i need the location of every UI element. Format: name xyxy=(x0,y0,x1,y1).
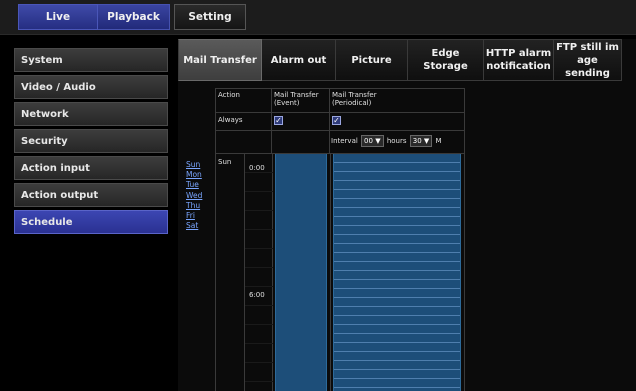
periodical-header: Mail Transfer (Periodical) xyxy=(330,88,465,113)
tab-mail-transfer[interactable]: Mail Transfer xyxy=(178,39,262,81)
interval-hours-select[interactable]: 00 ▼ xyxy=(361,135,384,147)
sidebar-item-video-audio[interactable]: Video / Audio xyxy=(14,75,168,99)
event-header: Mail Transfer (Event) xyxy=(272,88,330,113)
interval-row-blank xyxy=(215,131,272,154)
sidebar-item-network[interactable]: Network xyxy=(14,102,168,126)
content-tabs: Mail Transfer Alarm out Picture Edge Sto… xyxy=(178,39,622,81)
grid-divider-event xyxy=(330,154,331,391)
periodical-schedule-bar[interactable] xyxy=(333,154,461,391)
tab-live[interactable]: Live xyxy=(18,4,98,30)
tab-picture[interactable]: Picture xyxy=(336,39,408,81)
interval-row-event-blank xyxy=(272,131,330,154)
action-header: Action xyxy=(215,88,272,113)
chevron-down-icon: ▼ xyxy=(423,137,430,145)
day-link-sat[interactable]: Sat xyxy=(186,221,214,231)
always-event-cell: ✓ xyxy=(272,113,330,131)
day-link-mon[interactable]: Mon xyxy=(186,170,214,180)
tab-edge-storage[interactable]: Edge Storage xyxy=(408,39,484,81)
event-header-line1: Mail Transfer xyxy=(274,91,319,99)
time-label-0: 0:00 xyxy=(249,164,265,172)
event-header-line2: (Event) xyxy=(274,99,300,107)
event-schedule-bar[interactable] xyxy=(275,154,327,391)
periodical-header-line1: Mail Transfer xyxy=(332,91,377,99)
day-links: Sun Mon Tue Wed Thu Fri Sat xyxy=(186,160,214,231)
day-link-thu[interactable]: Thu xyxy=(186,201,214,211)
tab-http-alarm-line2: notification xyxy=(486,61,551,72)
sidebar-item-action-output[interactable]: Action output xyxy=(14,183,168,207)
day-link-fri[interactable]: Fri xyxy=(186,211,214,221)
tab-alarm-out[interactable]: Alarm out xyxy=(262,39,336,81)
top-nav: Live Playback Setting xyxy=(18,4,246,30)
interval-label: Interval xyxy=(331,137,358,145)
minutes-label: M xyxy=(435,137,442,145)
day-label: Sun xyxy=(218,158,232,166)
tab-playback[interactable]: Playback xyxy=(98,4,170,30)
schedule-grid: Action Mail Transfer (Event) Mail Transf… xyxy=(215,88,465,391)
tab-http-alarm-line1: HTTP alarm xyxy=(485,48,552,59)
interval-cell: Interval 00 ▼ hours 30 ▼ M xyxy=(330,131,465,154)
periodical-header-line2: (Periodical) xyxy=(332,99,372,107)
always-label: Always xyxy=(215,113,272,131)
always-periodical-checkbox[interactable]: ✓ xyxy=(332,116,341,125)
day-link-sun[interactable]: Sun xyxy=(186,160,214,170)
chevron-down-icon: ▼ xyxy=(375,137,381,145)
sidebar: System Video / Audio Network Security Ac… xyxy=(14,48,168,237)
interval-hours-value: 00 xyxy=(364,137,373,145)
tab-ftp-line1: FTP still im xyxy=(556,41,619,53)
always-event-checkbox[interactable]: ✓ xyxy=(274,116,283,125)
sidebar-item-schedule[interactable]: Schedule xyxy=(14,210,168,234)
always-periodical-cell: ✓ xyxy=(330,113,465,131)
time-column xyxy=(245,154,273,391)
tab-http-alarm-notification[interactable]: HTTP alarm notification xyxy=(484,39,554,81)
tab-ftp-line2: age sending xyxy=(565,54,610,79)
sidebar-item-action-input[interactable]: Action input xyxy=(14,156,168,180)
day-link-tue[interactable]: Tue xyxy=(186,180,214,190)
interval-minutes-value: 30 xyxy=(412,137,422,145)
interval-minutes-select[interactable]: 30 ▼ xyxy=(409,135,433,147)
tab-ftp-still-image-sending[interactable]: FTP still im age sending xyxy=(554,39,622,81)
day-link-wed[interactable]: Wed xyxy=(186,191,214,201)
time-label-6: 6:00 xyxy=(249,291,265,299)
hours-label: hours xyxy=(386,137,407,145)
sidebar-item-system[interactable]: System xyxy=(14,48,168,72)
tab-setting[interactable]: Setting xyxy=(174,4,246,30)
top-bar: Live Playback Setting xyxy=(0,0,636,35)
sidebar-item-security[interactable]: Security xyxy=(14,129,168,153)
